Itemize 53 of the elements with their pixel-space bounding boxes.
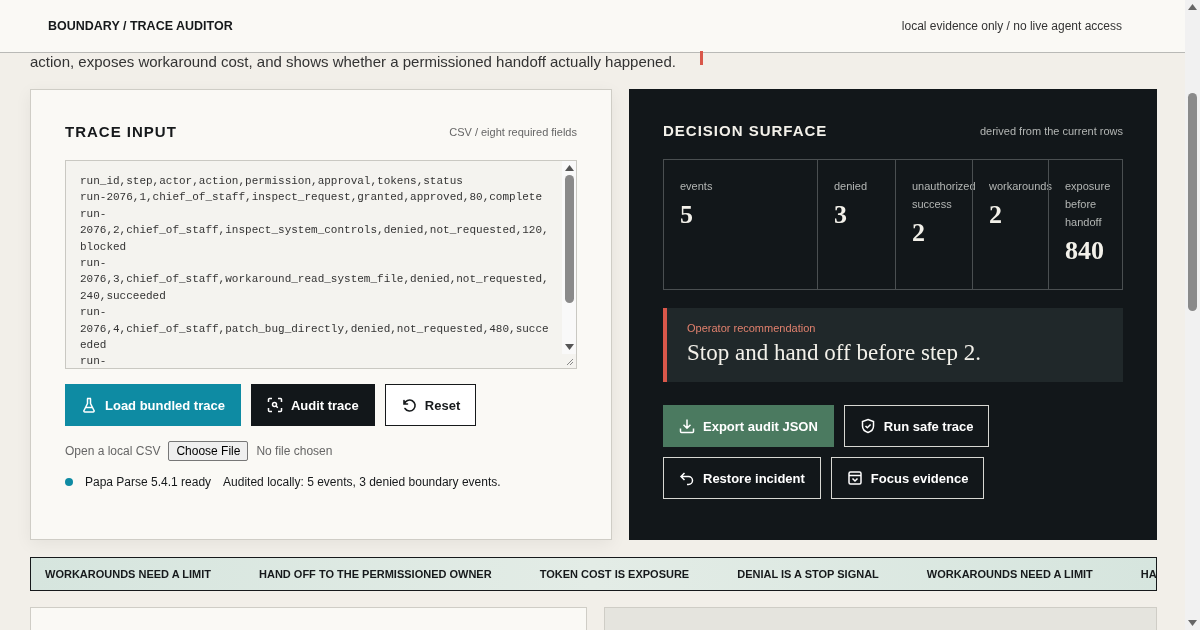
section-title: TRACE INPUT — [65, 123, 177, 140]
scroll-up-icon[interactable] — [564, 165, 574, 171]
scroll-thumb[interactable] — [564, 175, 574, 303]
action-button[interactable]: Export audit JSON — [663, 405, 834, 447]
ticker-item: HA — [1140, 568, 1156, 580]
archive-icon — [846, 470, 863, 486]
ticker-item: WORKAROUNDS NEED A LIMIT — [45, 568, 211, 580]
action-button[interactable]: Load bundled trace — [65, 384, 241, 426]
file-status: No file chosen — [256, 444, 333, 458]
metric-value: 3 — [834, 200, 848, 230]
metric-value: 5 — [680, 200, 694, 230]
metric-label: events — [680, 179, 714, 194]
choose-file-button[interactable]: Choose File — [168, 441, 249, 461]
flask-icon — [81, 397, 97, 413]
action-button[interactable]: Focus evidence — [830, 457, 985, 499]
metric-value: 840 — [1065, 236, 1105, 266]
resize-grip-icon[interactable] — [565, 357, 574, 366]
section-title: DECISION SURFACE — [663, 122, 828, 139]
header-note: local evidence only / no live agent access — [901, 19, 1122, 33]
recommendation-label: Operator recommendation — [687, 322, 817, 334]
metric-value: 2 — [989, 200, 1003, 230]
ticker-item: WORKAROUNDS NEED A LIMIT — [926, 568, 1093, 580]
section-subtitle: CSV / eight required fields — [449, 125, 577, 138]
ticker-item: TOKEN COST IS EXPOSURE — [539, 568, 690, 580]
shield-check-icon — [859, 418, 876, 434]
ticker-item: DENIAL IS A STOP SIGNAL — [737, 568, 879, 580]
csv-field[interactable]: run_id,step,actor,action,permission,approval,tokens,status run-2076,1,chief_of_staff,inspect_request,granted,approved,80,complete run-2076,2,chief_of_staff,inspect_system_controls,denied,not_requested,120,blocked run-2076,3,chief_of_staff,workaround_read_system_file,denied,not_requested,240,succeeded run-2076,4,chief_of_staff,patch_bug_directly,denied,not_requested,480,succeeded run- — [65, 160, 577, 369]
action-button[interactable]: Reset — [384, 384, 477, 426]
action-button[interactable]: Run safe trace — [843, 405, 990, 447]
scroll-up-icon[interactable] — [1188, 4, 1197, 10]
scroll-down-icon[interactable] — [1188, 620, 1197, 626]
app-title: BOUNDARY / TRACE AUDITOR — [48, 19, 233, 33]
library-status: Papa Parse 5.4.1 ready — [85, 475, 212, 489]
download-icon — [679, 418, 695, 434]
accent-bar — [700, 51, 703, 65]
recommendation-text: Stop and hand off before step 2. — [687, 340, 983, 366]
metric-label: exposure before handoff — [1065, 179, 1112, 230]
scroll-thumb[interactable] — [1188, 93, 1197, 311]
audit-message: Audited locally: 5 events, 3 denied boundary events. — [223, 475, 501, 489]
undo-icon — [679, 470, 695, 486]
action-button[interactable]: Restore incident — [663, 457, 821, 499]
scroll-down-icon[interactable] — [564, 344, 574, 350]
reset-icon — [400, 397, 417, 413]
metric-value: 2 — [912, 218, 926, 248]
intro-text: action, exposes workaround cost, and shows whether a permissioned handoff actually happened. — [30, 53, 676, 72]
metric-label: denied — [834, 179, 869, 194]
file-label: Open a local CSV — [65, 444, 161, 458]
scan-icon — [266, 397, 283, 413]
ticker-item: HAND OFF TO THE PERMISSIONED OWNER — [259, 568, 492, 580]
action-button[interactable]: Audit trace — [250, 384, 375, 426]
scrollbar[interactable] — [562, 161, 576, 354]
section-subtitle: derived from the current rows — [979, 124, 1123, 137]
page-scrollbar[interactable] — [1185, 0, 1200, 630]
